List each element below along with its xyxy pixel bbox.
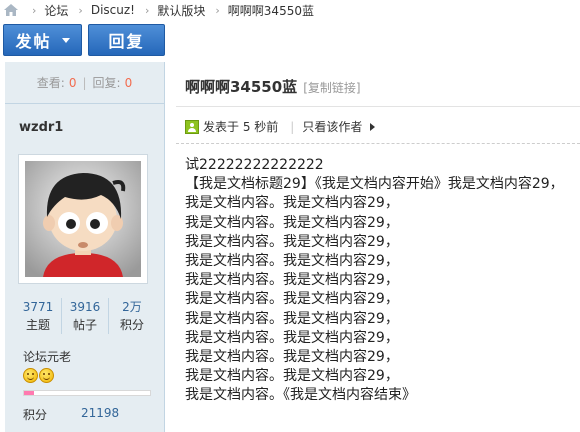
divider bbox=[176, 106, 580, 107]
post-line: 我是文档内容。我是文档内容29， bbox=[185, 291, 399, 308]
post-line: 我是文档内容。我是文档内容29， bbox=[185, 349, 399, 366]
stat-threads[interactable]: 3771 主题 bbox=[15, 298, 62, 334]
breadcrumb-board[interactable]: 默认版块 bbox=[157, 2, 205, 19]
chevron-right-icon: › bbox=[144, 3, 150, 17]
post-body: 试22222222222222 【我是文档标题29】《我是文档内容开始》我是文档… bbox=[185, 156, 580, 406]
author-sidebar: 查看: 0 | 回复: 0 wzdr1 3771 主题 3916 帖子 2万 积… bbox=[5, 62, 165, 432]
stat-label: 积分 bbox=[119, 318, 144, 332]
post-line: 我是文档内容。我是文档内容29， bbox=[185, 233, 399, 250]
breadcrumb-forum[interactable]: 论坛 bbox=[44, 2, 68, 19]
reply-label: 回复 bbox=[108, 32, 145, 51]
stat-label: 主题 bbox=[25, 318, 50, 332]
copy-link[interactable]: [复制链接] bbox=[303, 79, 360, 96]
post-line: 我是文档内容。我是文档内容29， bbox=[185, 195, 399, 212]
breadcrumb-thread[interactable]: 啊啊啊34550蓝 bbox=[228, 2, 314, 19]
post-header: 啊啊啊34550蓝 [复制链接] bbox=[185, 76, 361, 97]
stat-value: 3771 bbox=[22, 300, 54, 314]
author-name[interactable]: wzdr1 bbox=[19, 120, 63, 135]
post-line: 【我是文档标题29】《我是文档内容开始》我是文档内容29， bbox=[185, 176, 564, 193]
avatar[interactable] bbox=[18, 154, 148, 284]
caret-down-icon bbox=[61, 37, 70, 43]
rank-progress-bar bbox=[23, 390, 151, 396]
thread-counts: 查看: 0 | 回复: 0 bbox=[5, 62, 164, 104]
views-label: 查看: bbox=[36, 76, 65, 90]
divider: | bbox=[82, 75, 87, 90]
post-line: 我是文档内容。《我是文档内容结束》 bbox=[185, 387, 416, 404]
play-icon bbox=[370, 122, 376, 131]
user-rank[interactable]: 论坛元老 bbox=[23, 348, 71, 365]
views-count: 0 bbox=[68, 75, 77, 90]
author-only-link[interactable]: 只看该作者 bbox=[302, 118, 362, 135]
divider bbox=[176, 143, 580, 144]
post-line: 我是文档内容。我是文档内容29， bbox=[185, 368, 399, 385]
post-timestamp: 发表于 5 秒前 bbox=[203, 120, 279, 134]
chevron-right-icon: › bbox=[32, 3, 37, 17]
post-line: 我是文档内容。我是文档内容29， bbox=[185, 214, 399, 231]
smiley-icon bbox=[39, 368, 54, 383]
breadcrumb: › 论坛 › Discuz! › 默认版块 › 啊啊啊34550蓝 bbox=[0, 0, 580, 20]
home-icon[interactable] bbox=[4, 4, 18, 16]
new-post-label: 发帖 bbox=[15, 32, 52, 51]
replies-count: 0 bbox=[124, 75, 133, 90]
credits-row: 积分 21198 bbox=[23, 406, 119, 423]
post-line: 我是文档内容。我是文档内容29， bbox=[185, 329, 399, 346]
smiley-icon bbox=[23, 368, 38, 383]
divider: | bbox=[290, 119, 295, 134]
new-post-button[interactable]: 发帖 bbox=[3, 24, 82, 56]
credits-label: 积分 bbox=[23, 408, 48, 422]
page-title: 啊啊啊34550蓝 bbox=[185, 78, 298, 96]
stat-label: 帖子 bbox=[72, 318, 97, 332]
rank-progress-fill bbox=[24, 391, 35, 395]
stat-value: 3916 bbox=[69, 300, 101, 314]
breadcrumb-discuz[interactable]: Discuz! bbox=[91, 3, 135, 17]
post-line: 我是文档内容。我是文档内容29， bbox=[185, 310, 399, 327]
chevron-right-icon: › bbox=[215, 3, 220, 17]
avatar-image bbox=[25, 161, 141, 277]
post-meta: 发表于 5 秒前 | 只看该作者 bbox=[185, 118, 376, 135]
credits-value: 21198 bbox=[81, 406, 120, 420]
post-line: 我是文档内容。我是文档内容29， bbox=[185, 272, 399, 289]
rank-stars bbox=[23, 368, 54, 383]
author-stats: 3771 主题 3916 帖子 2万 积分 bbox=[15, 298, 155, 334]
stat-value: 2万 bbox=[122, 300, 142, 314]
reply-button[interactable]: 回复 bbox=[88, 24, 165, 56]
stat-credits[interactable]: 2万 积分 bbox=[109, 298, 155, 334]
post-line: 我是文档内容。我是文档内容29， bbox=[185, 253, 399, 270]
stat-posts[interactable]: 3916 帖子 bbox=[62, 298, 109, 334]
chevron-right-icon: › bbox=[78, 3, 83, 17]
post-line: 试22222222222222 bbox=[185, 157, 324, 173]
user-online-icon bbox=[185, 119, 199, 134]
replies-label: 回复: bbox=[92, 76, 121, 90]
